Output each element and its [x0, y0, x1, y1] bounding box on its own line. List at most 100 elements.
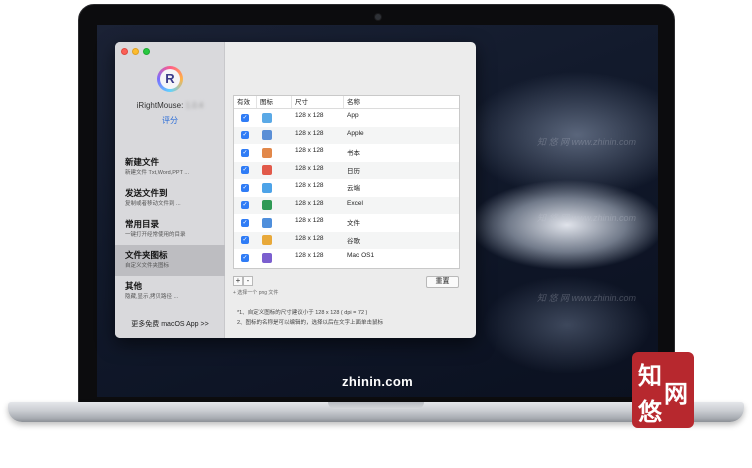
app-window: R iRightMouse: 1.0.4 评分 新建文件 新建文件 Txt,Wo…	[115, 42, 476, 338]
apple-folder-icon	[262, 130, 272, 141]
table-row[interactable]: ✓ 128 x 128 谷歌	[234, 231, 459, 249]
enabled-checkbox[interactable]: ✓	[241, 166, 249, 175]
name-cell[interactable]: 书本	[344, 144, 459, 157]
icon-cell	[257, 130, 292, 141]
note-line: 2、图标的名称是可以编辑的，选择以后在文字上面单击鼠标	[237, 320, 384, 326]
sidebar-item-folder-icons[interactable]: 文件夹图标 自定义文件夹图标	[115, 245, 225, 276]
size-cell: 128 x 128	[295, 112, 324, 119]
enabled-checkbox[interactable]: ✓	[241, 148, 249, 157]
table-row[interactable]: ✓ 128 x 128 Apple	[234, 126, 459, 144]
sidebar-item-send-to[interactable]: 发送文件到 复制或者移动文件到 ...	[115, 183, 225, 214]
site-label: zhinin.com	[342, 374, 413, 389]
enabled-checkbox[interactable]: ✓	[241, 236, 249, 245]
size-cell: 128 x 128	[295, 199, 324, 207]
remove-button[interactable]: -	[243, 276, 253, 286]
book-folder-icon	[262, 147, 272, 158]
enabled-cell: ✓	[234, 183, 257, 192]
table-row[interactable]: ✓ 128 x 128 App	[234, 109, 459, 127]
name-cell[interactable]: Mac OS1	[344, 249, 459, 259]
icon-cell	[257, 252, 292, 263]
calendar-folder-icon	[262, 165, 272, 176]
icon-cell	[257, 165, 292, 176]
size-cell: 128 x 128	[295, 234, 324, 242]
file-folder-icon	[262, 217, 272, 228]
enabled-cell: ✓	[234, 218, 257, 227]
column-header-enabled[interactable]: 有效	[234, 96, 257, 108]
enabled-checkbox[interactable]: ✓	[241, 218, 249, 227]
rate-link[interactable]: 评分	[115, 115, 225, 126]
table-row[interactable]: ✓ 128 x 128 日历	[234, 161, 459, 179]
sidebar-item-other[interactable]: 其他 隐藏,显示,拷贝路径 ...	[115, 276, 225, 307]
camera-icon	[375, 14, 381, 20]
site-stamp-logo: 知 悠 网	[632, 352, 694, 428]
sidebar-item-subtitle: 新建文件 Txt,Word,PPT ...	[125, 170, 189, 176]
size-cell: 128 x 128	[295, 129, 324, 137]
column-header-name[interactable]: 名称	[344, 96, 459, 108]
name-cell[interactable]: Excel	[344, 197, 459, 207]
enabled-checkbox[interactable]: ✓	[241, 183, 249, 192]
enabled-checkbox[interactable]: ✓	[241, 113, 249, 122]
sidebar-item-title: 常用目录	[125, 219, 160, 229]
enabled-checkbox[interactable]: ✓	[241, 131, 249, 140]
zoom-button[interactable]	[143, 48, 150, 55]
window-controls	[121, 48, 150, 55]
enabled-checkbox[interactable]: ✓	[241, 253, 249, 262]
app-name: iRightMouse: 1.0.4	[115, 101, 225, 110]
enabled-cell: ✓	[234, 201, 257, 210]
sidebar-item-subtitle: 隐藏,显示,拷贝路径 ...	[125, 294, 179, 300]
table-row[interactable]: ✓ 128 x 128 文件	[234, 214, 459, 232]
table-row[interactable]: ✓ 128 x 128 Excel	[234, 196, 459, 214]
stamp-char: 悠	[638, 397, 662, 426]
sidebar-item-common-dirs[interactable]: 常用目录 一键打开经常使用的目录	[115, 214, 225, 245]
minimize-button[interactable]	[132, 48, 139, 55]
app-logo: R	[157, 66, 183, 92]
laptop-photo: 知 悠 网 www.zhinin.com 知 悠 网 www.zhinin.co…	[0, 0, 752, 468]
watermark: 知 悠 网 www.zhinin.com	[537, 137, 637, 147]
enabled-cell: ✓	[234, 148, 257, 157]
table-row[interactable]: ✓ 128 x 128 书本	[234, 144, 459, 162]
enabled-cell: ✓	[234, 236, 257, 245]
name-cell[interactable]: Apple	[344, 127, 459, 137]
icon-cell	[257, 182, 292, 193]
icon-cell	[257, 235, 292, 246]
app-version: 1.0.4	[185, 101, 204, 110]
name-cell[interactable]: 日历	[344, 162, 459, 175]
enabled-checkbox[interactable]: ✓	[241, 201, 249, 210]
app-name-text: iRightMouse:	[136, 101, 184, 110]
icon-cell	[257, 147, 292, 158]
enabled-cell: ✓	[234, 113, 257, 122]
sidebar-item-subtitle: 自定义文件夹图标	[125, 263, 170, 269]
sidebar-item-subtitle: 复制或者移动文件到 ...	[125, 201, 181, 207]
app-folder-icon	[262, 112, 272, 123]
enabled-cell: ✓	[234, 166, 257, 175]
app-logo-letter: R	[160, 69, 180, 89]
table-body: ✓ 128 x 128 App ✓ 128 x 128 Apple ✓ 128 x 128 书本…	[234, 109, 459, 267]
icon-cell	[257, 200, 292, 211]
icon-cell	[257, 112, 292, 123]
close-button[interactable]	[121, 48, 128, 55]
folder-icon-table: 有效 图标 尺寸 名称 ✓ 128 x 128 App ✓ 128 x 128 Apple…	[233, 95, 460, 269]
add-button[interactable]: +	[233, 276, 243, 286]
watermark: 知 悠 网 www.zhinin.com	[537, 293, 637, 303]
column-header-size[interactable]: 尺寸	[292, 96, 344, 108]
size-cell: 128 x 128	[295, 217, 324, 224]
name-cell[interactable]: 云端	[344, 179, 459, 192]
excel-folder-icon	[262, 200, 272, 211]
name-cell[interactable]: App	[344, 109, 459, 119]
sidebar-item-new-file[interactable]: 新建文件 新建文件 Txt,Word,PPT ...	[115, 152, 225, 183]
size-cell: 128 x 128	[295, 164, 324, 172]
sidebar-item-title: 新建文件	[125, 157, 160, 167]
more-apps-link[interactable]: 更多免费 macOS App >>	[115, 319, 225, 329]
name-cell[interactable]: 文件	[344, 214, 459, 227]
name-cell[interactable]: 谷歌	[344, 232, 459, 245]
table-row[interactable]: ✓ 128 x 128 Mac OS1	[234, 249, 459, 267]
table-row[interactable]: ✓ 128 x 128 云端	[234, 179, 459, 197]
reset-button[interactable]: 重置	[426, 276, 459, 288]
column-header-icon[interactable]: 图标	[257, 96, 292, 108]
sidebar-item-title: 发送文件到	[125, 188, 168, 198]
laptop-notch	[328, 402, 424, 409]
icon-cell	[257, 217, 292, 228]
google-folder-icon	[262, 235, 272, 246]
hint-text: + 选择一个 png 文件	[233, 290, 279, 296]
sidebar-item-title: 文件夹图标	[125, 250, 168, 260]
